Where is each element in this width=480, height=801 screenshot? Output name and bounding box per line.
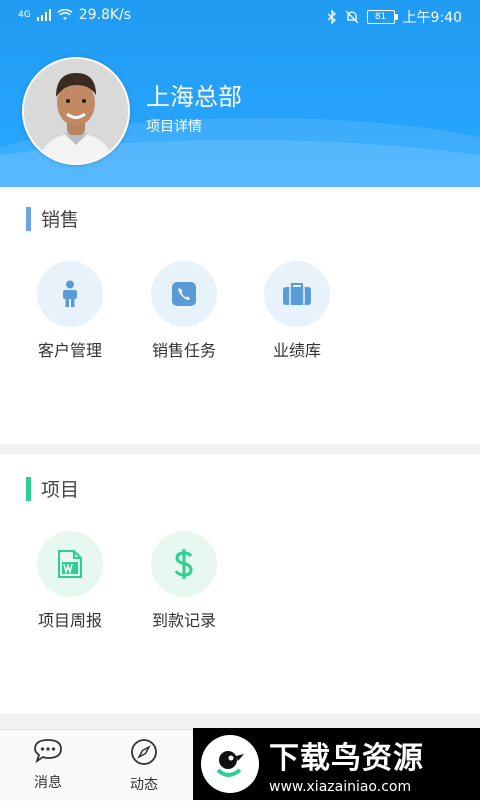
signal-icon: [36, 9, 51, 21]
tile-label: 项目周报: [37, 611, 102, 630]
avatar-photo: [24, 59, 128, 163]
section-title: 项目: [41, 479, 80, 501]
watermark-title: 下载鸟资源: [269, 741, 424, 776]
performance-library-tile[interactable]: 业绩库: [247, 261, 347, 361]
avatar[interactable]: [22, 57, 130, 165]
watermark-text: 下载鸟资源 www.xiazainiao.com: [269, 733, 424, 795]
page-title: 上海总部: [146, 83, 242, 111]
nav-label: 消息: [34, 775, 62, 791]
header: 4G 29.8K/s 81 上午9:40 上海总部 项目详情: [0, 0, 480, 187]
icon-circle: [151, 531, 217, 597]
network-type: 4G: [18, 10, 31, 20]
bird-logo-icon: [201, 735, 259, 793]
word-document-icon: [58, 550, 82, 578]
section-divider: [0, 444, 480, 454]
section-divider: [0, 714, 480, 729]
sales-task-tile[interactable]: 销售任务: [134, 261, 234, 361]
section-title: 销售: [41, 209, 80, 231]
tile-label: 到款记录: [151, 611, 216, 630]
icon-circle: [151, 261, 217, 327]
watermark-url: www.xiazainiao.com: [269, 779, 412, 795]
project-weekly-report-tile[interactable]: 项目周报: [20, 531, 120, 631]
network-speed: 29.8K/s: [78, 7, 132, 23]
project-details-link[interactable]: 项目详情: [146, 116, 202, 136]
bluetooth-icon: [327, 10, 336, 24]
dollar-icon: [174, 549, 193, 579]
person-icon: [63, 280, 77, 307]
briefcase-icon: [283, 283, 311, 305]
sales-section-header: 销售: [26, 205, 79, 232]
battery-icon: 81: [366, 10, 398, 24]
icon-circle: [264, 261, 330, 327]
nav-label: 动态: [130, 777, 158, 793]
tile-label: 业绩库: [272, 341, 321, 360]
compass-icon: [131, 739, 157, 765]
tile-label: 销售任务: [151, 341, 216, 360]
chat-bubble-icon: [34, 739, 62, 764]
project-section: 项目 项目周报 到款记录: [0, 454, 480, 714]
section-accent-bar: [26, 476, 31, 501]
battery-level: 81: [374, 12, 387, 22]
customer-management-tile[interactable]: 客户管理: [20, 261, 120, 361]
nav-item-activity[interactable]: 动态: [114, 738, 174, 794]
icon-circle: [37, 261, 103, 327]
tile-label: 客户管理: [37, 341, 102, 360]
profile: 上海总部 项目详情: [22, 57, 242, 165]
payment-records-tile[interactable]: 到款记录: [134, 531, 234, 631]
sales-section: 销售 客户管理 销售任务 业绩库: [0, 187, 480, 444]
status-bar: 4G 29.8K/s 81 上午9:40: [0, 0, 480, 32]
watermark-banner: 下载鸟资源 www.xiazainiao.com: [193, 728, 480, 800]
wifi-icon: [57, 9, 73, 20]
mute-bell-icon: [345, 10, 359, 24]
phone-icon: [172, 282, 196, 306]
nav-item-messages[interactable]: 消息: [18, 738, 78, 792]
section-accent-bar: [26, 206, 31, 231]
clock: 上午9:40: [402, 10, 462, 26]
project-section-header: 项目: [26, 475, 79, 502]
icon-circle: [37, 531, 103, 597]
